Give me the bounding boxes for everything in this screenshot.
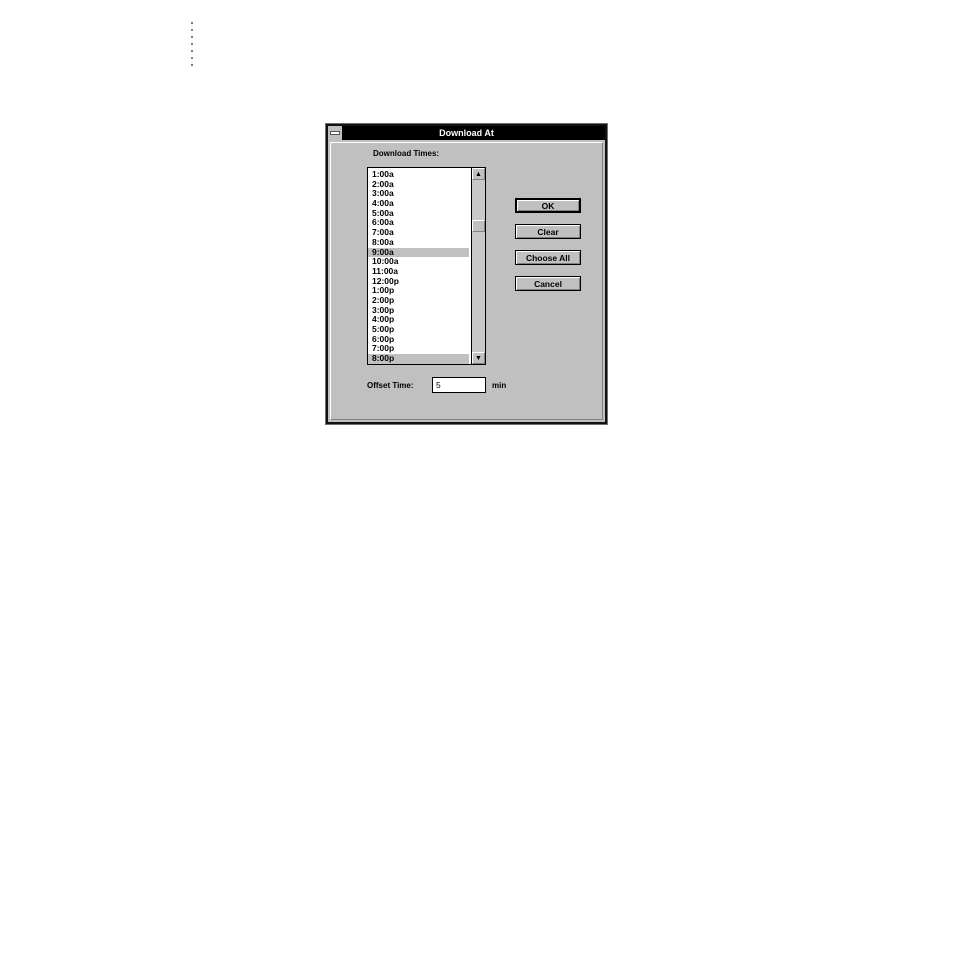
download-times-label: Download Times: — [373, 149, 440, 158]
offset-unit-label: min — [492, 381, 507, 390]
scroll-thumb[interactable] — [472, 220, 485, 232]
system-menu-icon[interactable] — [328, 126, 343, 140]
clear-button-label: Clear — [537, 226, 559, 237]
dialog-title: Download At — [439, 128, 494, 138]
clear-button[interactable]: Clear — [515, 224, 581, 239]
cancel-button-label: Cancel — [534, 278, 562, 289]
cancel-button[interactable]: Cancel — [515, 276, 581, 291]
time-list: 1:00a 2:00a 3:00a 4:00a 5:00a 6:00a 7:00a 8:00a… — [368, 169, 469, 364]
listbox-scrollbar[interactable]: ▲ ▼ — [471, 168, 485, 364]
offset-time-label: Offset Time: — [367, 381, 414, 390]
ok-button[interactable]: OK — [515, 198, 581, 213]
ok-button-label: OK — [541, 200, 555, 211]
offset-time-input[interactable] — [432, 377, 486, 393]
download-times-listbox[interactable]: 1:00a 2:00a 3:00a 4:00a 5:00a 6:00a 7:00a 8:00a… — [367, 167, 486, 365]
scroll-up-icon[interactable]: ▲ — [472, 168, 485, 180]
choose-all-button[interactable]: Choose All — [515, 250, 581, 265]
title-bar: Download At — [328, 126, 605, 140]
list-item[interactable]: 8:00p — [368, 353, 469, 364]
scroll-down-icon[interactable]: ▼ — [472, 352, 485, 364]
download-at-dialog: Download At Download Times: 1:00a 2:00a 3:… — [325, 123, 608, 425]
margin-dots — [190, 22, 194, 66]
dialog-body: Download Times: 1:00a 2:00a 3:00a 4:00a 5:00… — [330, 142, 603, 420]
choose-all-button-label: Choose All — [525, 252, 571, 263]
